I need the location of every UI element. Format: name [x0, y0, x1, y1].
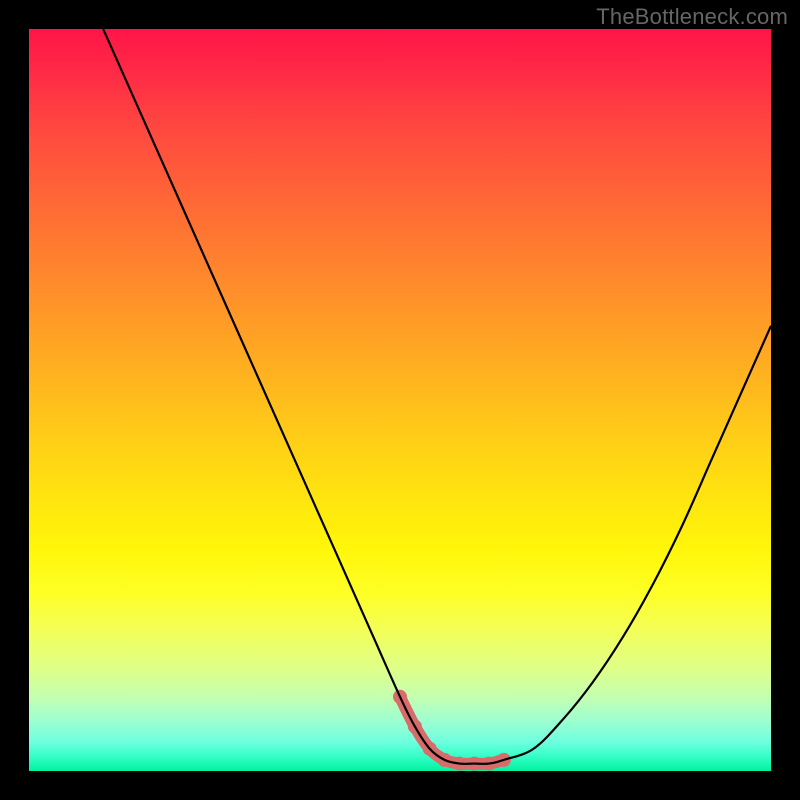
watermark-text: TheBottleneck.com	[596, 4, 788, 30]
curve-layer	[29, 29, 771, 771]
optimal-range-highlight	[393, 690, 511, 771]
chart-stage: TheBottleneck.com	[0, 0, 800, 800]
plot-area	[29, 29, 771, 771]
bottleneck-curve	[103, 29, 771, 764]
